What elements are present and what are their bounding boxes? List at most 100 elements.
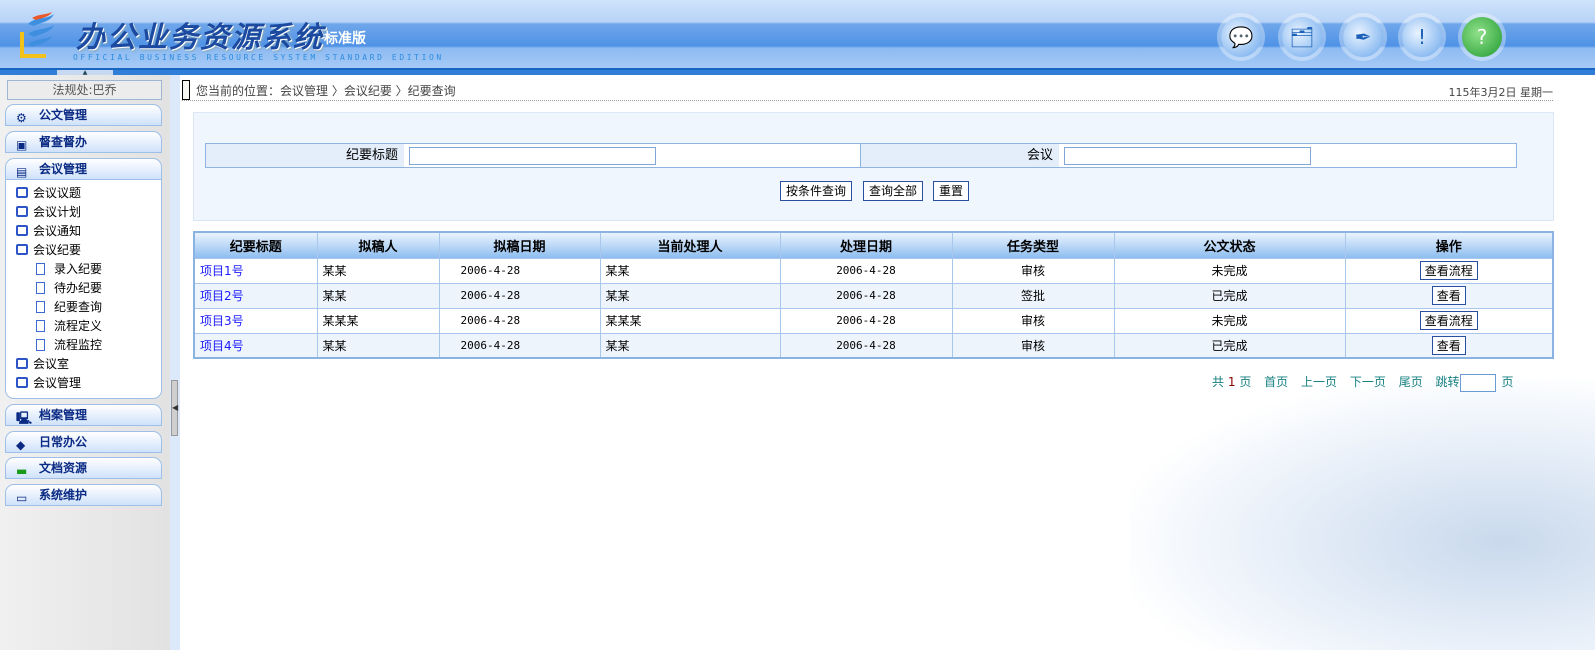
title-link[interactable]: 项目2号 bbox=[200, 289, 244, 303]
breadcrumb-path: 您当前的位置：会议管理 〉会议纪要 〉纪要查询 bbox=[196, 84, 456, 98]
sidebar-group-supervision[interactable]: ▣ 督查督办 bbox=[5, 131, 162, 153]
first-page-link[interactable]: 首页 bbox=[1264, 375, 1288, 389]
query-all-button[interactable]: 查询全部 bbox=[863, 181, 924, 201]
item-label: 会议管理 bbox=[33, 376, 82, 390]
cell-status: 已完成 bbox=[1113, 332, 1346, 359]
col-drafter: 拟稿人 bbox=[316, 231, 440, 259]
group-label: 会议管理 bbox=[39, 162, 88, 176]
meeting-input[interactable] bbox=[1064, 147, 1311, 165]
view-button[interactable]: 查看流程 bbox=[1419, 261, 1478, 280]
item-label: 会议纪要 bbox=[33, 243, 82, 257]
cell-drafter: 某某某 bbox=[316, 307, 440, 334]
sidebar-group-meetings[interactable]: ▤ 会议管理 bbox=[5, 158, 162, 180]
page-suffix: 页 bbox=[1501, 375, 1514, 389]
submenu-item-flow-monitor[interactable]: 流程监控 bbox=[36, 336, 102, 355]
folder-icon bbox=[16, 244, 28, 255]
cell-title: 项目3号 bbox=[193, 307, 318, 334]
item-label: 会议通知 bbox=[33, 224, 82, 238]
cell-draft-date: 2006-4-28 bbox=[438, 332, 601, 359]
cell-task-type: 审核 bbox=[951, 257, 1115, 284]
cell-handle-date: 2006-4-28 bbox=[779, 332, 953, 359]
help-search-icon[interactable]: ? bbox=[1462, 17, 1502, 57]
group-label: 督查督办 bbox=[39, 135, 88, 149]
col-task-type: 任务类型 bbox=[951, 231, 1115, 259]
cell-actions: 查看流程 bbox=[1344, 307, 1554, 334]
sidebar-group-system[interactable]: ▭ 系统维护 bbox=[5, 484, 162, 506]
reset-button[interactable]: 重置 bbox=[933, 181, 970, 201]
title-link[interactable]: 项目4号 bbox=[200, 339, 244, 353]
item-label: 纪要查询 bbox=[54, 300, 103, 314]
meeting-label: 会议 bbox=[861, 144, 1059, 167]
view-button[interactable]: 查看流程 bbox=[1419, 311, 1478, 330]
cell-actions: 查看流程 bbox=[1344, 257, 1554, 284]
table-row: 项目4号 某某 2006-4-28 某某 2006-4-28 审核 已完成 查看 bbox=[193, 332, 1554, 359]
submenu-item-query-minutes[interactable]: 纪要查询 bbox=[36, 298, 102, 317]
item-label: 会议计划 bbox=[33, 205, 82, 219]
table-row: 项目3号 某某某 2006-4-28 某某某 2006-4-28 审核 未完成 查看流程 bbox=[193, 307, 1554, 334]
sidebar-group-archives[interactable]: 🖳 档案管理 bbox=[5, 404, 162, 426]
cell-status: 已完成 bbox=[1113, 282, 1346, 309]
message-icon[interactable]: 💬 bbox=[1221, 17, 1261, 57]
app-subtitle: OFFICIAL BUSINESS RESOURCE SYSTEM STANDA… bbox=[73, 53, 444, 62]
app-edition: 标准版 bbox=[324, 31, 366, 47]
title-link[interactable]: 项目3号 bbox=[200, 314, 244, 328]
app-header: 办公业务资源系统 标准版 OFFICIAL BUSINESS RESOURCE … bbox=[0, 0, 1595, 75]
pagination: 共 1 页 首页 上一页 下一页 尾页 跳转 页 bbox=[1212, 373, 1523, 392]
col-actions: 操作 bbox=[1344, 231, 1554, 259]
col-title: 纪要标题 bbox=[193, 231, 318, 259]
cell-title: 项目1号 bbox=[193, 257, 318, 284]
folder-icon bbox=[16, 358, 28, 369]
table-row: 项目1号 某某 2006-4-28 某某 2006-4-28 审核 未完成 查看流程 bbox=[193, 257, 1554, 284]
meeting-menu: 会议议题 会议计划 会议通知 会议纪要 录入纪要 待办纪要 纪要查询 流程定义 … bbox=[5, 180, 162, 399]
search-panel: 纪要标题 会议 按条件查询 查询全部 重置 bbox=[193, 112, 1554, 221]
view-button[interactable]: 查看 bbox=[1431, 286, 1466, 305]
submenu-item-enter-minutes[interactable]: 录入纪要 bbox=[36, 260, 102, 279]
title-input[interactable] bbox=[409, 147, 656, 165]
menu-item-meeting-management[interactable]: 会议管理 bbox=[16, 374, 81, 393]
archive-computer-icon: 🖳 bbox=[16, 411, 33, 425]
supervise-icon: ▣ bbox=[16, 138, 28, 152]
sidebar-group-documents[interactable]: ⚙ 公文管理 bbox=[5, 104, 162, 126]
app-title: 办公业务资源系统 bbox=[76, 20, 325, 54]
logo-icon bbox=[20, 12, 54, 58]
menu-item-minutes[interactable]: 会议纪要 bbox=[16, 241, 81, 260]
cell-handler: 某某 bbox=[599, 332, 781, 359]
sidebar-group-doc-resources[interactable]: ▬ 文档资源 bbox=[5, 457, 162, 479]
col-status: 公文状态 bbox=[1113, 231, 1346, 259]
cell-draft-date: 2006-4-28 bbox=[438, 307, 601, 334]
page-icon bbox=[36, 339, 45, 351]
page-total: 共 1 页 bbox=[1212, 375, 1252, 389]
cell-handle-date: 2006-4-28 bbox=[779, 307, 953, 334]
query-button[interactable]: 按条件查询 bbox=[780, 181, 853, 201]
view-button[interactable]: 查看 bbox=[1431, 335, 1466, 355]
table-header: 纪要标题 拟稿人 拟稿日期 当前处理人 处理日期 任务类型 公文状态 操作 bbox=[193, 231, 1554, 259]
title-label: 纪要标题 bbox=[206, 144, 404, 167]
submenu-item-pending-minutes[interactable]: 待办纪要 bbox=[36, 279, 102, 298]
prev-page-link[interactable]: 上一页 bbox=[1301, 375, 1337, 389]
cell-task-type: 签批 bbox=[951, 282, 1115, 309]
pen-globe-icon[interactable]: ✒ bbox=[1343, 17, 1383, 57]
last-page-link[interactable]: 尾页 bbox=[1399, 375, 1423, 389]
search-form: 纪要标题 会议 bbox=[205, 143, 1517, 168]
cell-draft-date: 2006-4-28 bbox=[438, 282, 601, 309]
user-alert-icon[interactable]: ! bbox=[1402, 17, 1442, 57]
group-label: 档案管理 bbox=[39, 408, 88, 422]
submenu-item-flow-definition[interactable]: 流程定义 bbox=[36, 317, 102, 336]
next-page-link[interactable]: 下一页 bbox=[1350, 375, 1386, 389]
menu-item-plans[interactable]: 会议计划 bbox=[16, 203, 81, 222]
collapse-sidebar-handle[interactable]: ◀ bbox=[171, 380, 178, 436]
splitter bbox=[170, 75, 180, 650]
menu-item-topics[interactable]: 会议议题 bbox=[16, 184, 81, 203]
jump-page-input[interactable] bbox=[1459, 373, 1496, 392]
item-label: 会议议题 bbox=[33, 186, 82, 200]
sidebar-group-daily-office[interactable]: ◆ 日常办公 bbox=[5, 431, 162, 453]
documents-icon[interactable]: 🗂 bbox=[1282, 17, 1322, 57]
system-maintenance-icon: ▭ bbox=[16, 491, 28, 505]
title-link[interactable]: 项目1号 bbox=[200, 264, 244, 278]
col-handle-date: 处理日期 bbox=[779, 231, 953, 259]
document-resource-icon: ▬ bbox=[16, 464, 28, 478]
menu-item-meeting-room[interactable]: 会议室 bbox=[16, 355, 69, 374]
menu-item-notices[interactable]: 会议通知 bbox=[16, 222, 81, 241]
background-decoration bbox=[1130, 380, 1595, 650]
item-label: 流程监控 bbox=[54, 338, 103, 352]
